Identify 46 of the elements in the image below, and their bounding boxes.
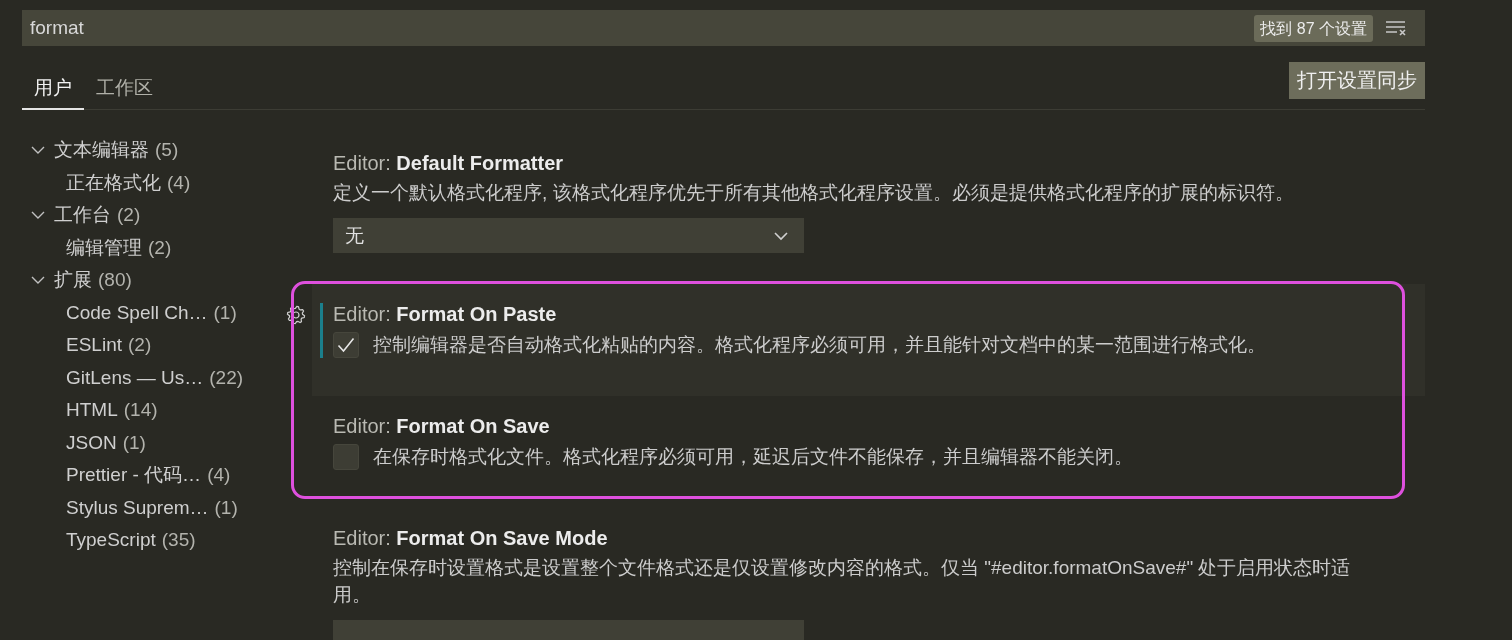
toc-entry[interactable]: GitLens — Us…: [66, 366, 204, 389]
toc-entry[interactable]: JSON: [66, 431, 117, 454]
setting-title: Editor: Default Formatter: [333, 152, 565, 174]
setting-count: (1): [214, 496, 238, 519]
setting-count: (4): [207, 464, 231, 487]
setting-description: 在保存时格式化文件。格式化程序必须可用，延迟后文件不能保存，并且编辑器不能关闭。: [373, 445, 1133, 469]
setting-count: (1): [213, 301, 237, 324]
toc-entry[interactable]: Stylus Suprem…: [66, 496, 209, 519]
toc-entry[interactable]: TypeScript: [66, 529, 156, 552]
checkbox[interactable]: [333, 443, 359, 470]
search-field[interactable]: format 找到 87 个设置: [22, 10, 1425, 46]
setting-title: Editor: Format On Save: [333, 415, 551, 437]
toc-entry[interactable]: Prettier - 代码…: [66, 462, 202, 489]
dropdown[interactable]: 无: [333, 218, 804, 253]
setting-description: 控制编辑器是否自动格式化粘贴的内容。格式化程序必须可用，并且能针对文档中的某一范围进行格式化。: [373, 333, 1266, 357]
setting-count: (2): [148, 236, 172, 259]
checkmark-icon: [337, 336, 355, 353]
sync-button[interactable]: 打开设置同步: [1289, 62, 1425, 99]
toc-entry[interactable]: 工作台: [54, 202, 111, 229]
toc-entry[interactable]: Code Spell Ch…: [66, 301, 208, 324]
toc-entry[interactable]: HTML: [66, 399, 118, 422]
toc-entry[interactable]: ESLint: [66, 334, 122, 357]
toc-entry[interactable]: 正在格式化: [66, 169, 161, 196]
settings-tab[interactable]: 用户: [22, 71, 84, 110]
settings-tab[interactable]: 工作区: [84, 71, 165, 110]
setting-description: 定义一个默认格式化程序, 该格式化程序优先于所有其他格式化程序设置。必须是提供格式化程序的扩展的标识符。: [333, 181, 1295, 205]
setting-count: (4): [167, 171, 191, 194]
toc-entry[interactable]: 编辑管理: [66, 234, 142, 261]
toc-entry[interactable]: 扩展: [54, 267, 92, 294]
setting-count: (2): [117, 204, 141, 227]
setting-description: 控制在保存时设置格式是设置整个文件格式还是仅设置修改内容的格式。仅当 "#editor.formatOnSave#" 处于启用状态时适用。: [333, 556, 1352, 607]
setting-title: Editor: Format On Paste: [333, 303, 558, 325]
setting-count: (2): [128, 334, 152, 357]
setting-count: (22): [209, 366, 244, 389]
result-count: 找到 87 个设置: [1254, 14, 1373, 42]
toc-entry[interactable]: 文本编辑器: [54, 137, 149, 164]
clear-filter-icon[interactable]: [1385, 20, 1407, 36]
setting-count: (35): [161, 529, 196, 552]
setting-count: (1): [122, 431, 146, 454]
setting-count: (80): [98, 269, 132, 292]
checkbox[interactable]: [333, 331, 359, 358]
gear-icon[interactable]: [286, 305, 306, 325]
setting-title: Editor: Format On Save Mode: [333, 527, 609, 549]
setting-count: (5): [155, 139, 179, 162]
search-input[interactable]: format: [30, 15, 1243, 41]
setting-count: (14): [123, 399, 158, 422]
